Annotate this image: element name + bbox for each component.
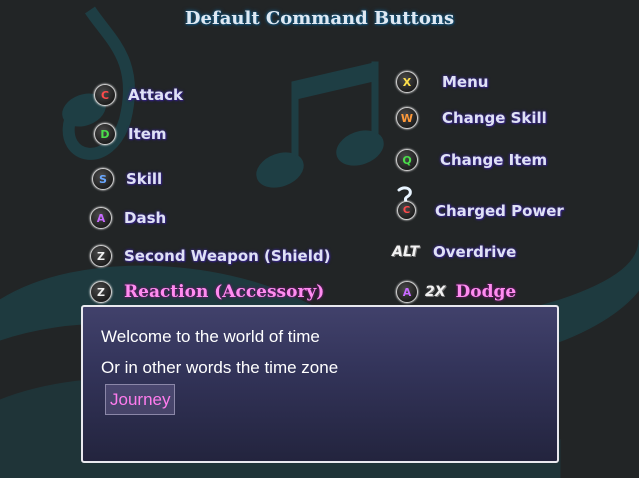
z-key-button-icon: Z (90, 245, 112, 267)
command-label: Charged Power (435, 201, 564, 220)
command-change-item: Q Change Item (396, 149, 547, 171)
command-skill: S Skill (92, 168, 162, 190)
command-label: Item (128, 125, 167, 143)
command-reaction: Z Reaction (Accessory) (90, 281, 324, 303)
command-label: Menu (442, 73, 489, 91)
dialog-line-2: Or in other words the time zone (101, 358, 339, 377)
c-key-button-icon: C (397, 201, 416, 220)
command-label: Reaction (Accessory) (124, 282, 325, 302)
command-charged-power: C Charged Power (397, 201, 564, 220)
q-key-button-icon: Q (396, 149, 418, 171)
double-press-multiplier: 2X (425, 284, 446, 300)
message-window: Welcome to the world of time Or in other… (81, 305, 559, 463)
s-key-button-icon: S (92, 168, 114, 190)
z-key-button-icon: Z (90, 281, 112, 303)
a-key-button-icon: A (396, 281, 418, 303)
command-menu: X Menu (396, 71, 488, 93)
w-key-button-icon: W (396, 107, 418, 129)
command-label: Change Skill (442, 109, 547, 127)
command-label: Second Weapon (Shield) (124, 247, 331, 265)
command-label: Dash (124, 209, 167, 227)
command-dodge: A 2X Dodge (396, 281, 516, 303)
command-label: Attack (128, 86, 183, 104)
c-key-button-icon: C (94, 84, 116, 106)
command-second-weapon: Z Second Weapon (Shield) (90, 245, 330, 267)
command-attack: C Attack (94, 84, 183, 106)
command-item: D Item (94, 123, 167, 145)
command-label: Change Item (440, 151, 548, 169)
choice-journey[interactable]: Journey (105, 384, 176, 415)
a-key-button-icon: A (90, 207, 112, 229)
command-label: Dodge (455, 282, 517, 302)
command-label: Skill (126, 170, 163, 188)
command-dash: A Dash (90, 207, 166, 229)
alt-key-icon: ALT (392, 244, 419, 260)
command-overdrive: ALT Overdrive (392, 243, 516, 261)
x-key-button-icon: X (396, 71, 418, 93)
page-title: Default Command Buttons (184, 8, 455, 29)
command-label: Overdrive (433, 243, 517, 261)
dialog-line-1: Welcome to the world of time (101, 327, 320, 346)
command-change-skill: W Change Skill (396, 107, 547, 129)
d-key-button-icon: D (94, 123, 116, 145)
